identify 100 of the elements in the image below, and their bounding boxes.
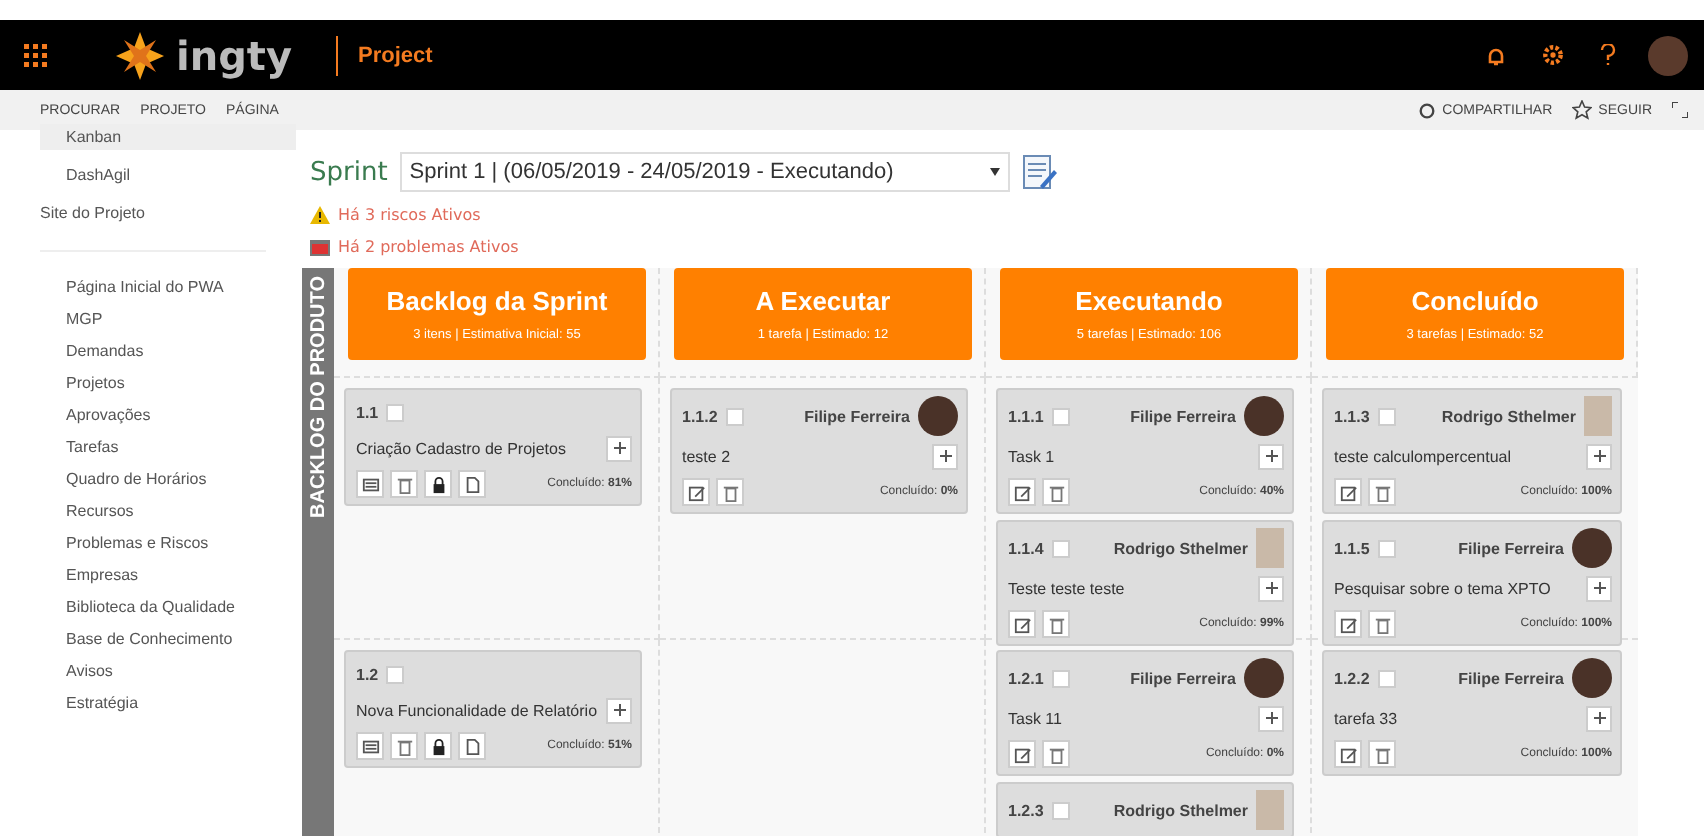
document-icon[interactable]: [458, 732, 486, 760]
list-icon[interactable]: [356, 732, 384, 760]
column-title: A Executar: [755, 286, 891, 316]
nav-link[interactable]: Problemas e Riscos: [40, 528, 266, 560]
add-button[interactable]: [932, 444, 958, 470]
card-title: tarefa 33: [1334, 707, 1398, 731]
card-id: 1.1: [356, 403, 379, 421]
add-button[interactable]: [1258, 706, 1284, 732]
card-id: 1.2: [356, 665, 379, 683]
star-logo-icon: [116, 31, 164, 79]
sprint-label: Sprint: [310, 157, 388, 187]
card-checkbox[interactable]: [1051, 669, 1070, 687]
trash-icon[interactable]: [390, 470, 418, 498]
card-title: teste calculompercentual: [1334, 445, 1511, 469]
card-title: Task 11: [1008, 707, 1062, 731]
nav-link[interactable]: Recursos: [40, 496, 266, 528]
lock-icon[interactable]: [424, 470, 452, 498]
edit-icon[interactable]: [1008, 478, 1036, 506]
card-id: 1.1.5: [1334, 539, 1370, 557]
add-button[interactable]: [1586, 706, 1612, 732]
owner-name: Filipe Ferreira: [1130, 407, 1236, 425]
nav-link[interactable]: Tarefas: [40, 432, 266, 464]
trash-icon[interactable]: [1368, 478, 1396, 506]
plus-icon: [1265, 712, 1277, 724]
app-launcher-icon[interactable]: [24, 43, 48, 67]
card-checkbox[interactable]: [386, 403, 405, 421]
nav-link[interactable]: Biblioteca da Qualidade: [40, 592, 266, 624]
nav-item[interactable]: Kanban: [40, 124, 296, 150]
trash-icon[interactable]: [1368, 740, 1396, 768]
lock-icon[interactable]: [424, 732, 452, 760]
list-icon[interactable]: [356, 470, 384, 498]
nav-link[interactable]: Empresas: [40, 560, 266, 592]
owner-name: Filipe Ferreira: [1458, 669, 1564, 687]
nav-link[interactable]: MGP: [40, 304, 266, 336]
edit-icon[interactable]: [1334, 740, 1362, 768]
owner-name: Filipe Ferreira: [1458, 539, 1564, 557]
nav-link[interactable]: Aprovações: [40, 400, 266, 432]
owner-name: Filipe Ferreira: [804, 407, 910, 425]
edit-icon[interactable]: [1334, 610, 1362, 638]
nav-item[interactable]: Site do Projeto: [40, 200, 270, 226]
plus-icon: [613, 704, 625, 716]
card-checkbox[interactable]: [725, 407, 744, 425]
star-icon[interactable]: [1572, 100, 1593, 120]
sprint-select[interactable]: Sprint 1 | (06/05/2019 - 24/05/2019 - Executando): [399, 152, 1010, 192]
nav-link[interactable]: Projetos: [40, 368, 266, 400]
edit-icon[interactable]: [1008, 610, 1036, 638]
add-button[interactable]: [1258, 576, 1284, 602]
trash-icon[interactable]: [390, 732, 418, 760]
add-button[interactable]: [1586, 576, 1612, 602]
document-icon[interactable]: [458, 470, 486, 498]
trash-icon[interactable]: [1368, 610, 1396, 638]
nav-link[interactable]: Demandas: [40, 336, 266, 368]
bell-icon[interactable]: [1486, 45, 1506, 65]
card-checkbox[interactable]: [1377, 669, 1396, 687]
card-checkbox[interactable]: [1051, 539, 1070, 557]
edit-icon[interactable]: [682, 478, 710, 506]
add-button[interactable]: [606, 698, 632, 724]
card-checkbox[interactable]: [386, 665, 405, 683]
owner-name: Rodrigo Sthelmer: [1113, 801, 1248, 819]
app-title: Project: [336, 35, 433, 75]
card-checkbox[interactable]: [1377, 539, 1396, 557]
edit-icon[interactable]: [1008, 740, 1036, 768]
edit-list-icon[interactable]: [1021, 154, 1058, 190]
trash-icon[interactable]: [716, 478, 744, 506]
share-icon[interactable]: [1418, 101, 1437, 119]
nav-link[interactable]: Estratégia: [40, 688, 266, 720]
nav-link[interactable]: Quadro de Horários: [40, 464, 266, 496]
card-checkbox[interactable]: [1377, 407, 1396, 425]
problem-icon: [310, 239, 330, 255]
card-id: 1.2.3: [1008, 801, 1044, 819]
trash-icon[interactable]: [1042, 610, 1070, 638]
card-checkbox[interactable]: [1051, 801, 1070, 819]
nav-link[interactable]: Página Inicial do PWA: [40, 272, 266, 304]
nav-link[interactable]: Avisos: [40, 656, 266, 688]
owner-name: Filipe Ferreira: [1130, 669, 1236, 687]
card-id: 1.2.2: [1334, 669, 1370, 687]
card-id: 1.1.2: [682, 407, 718, 425]
task-card[interactable]: 1.2.3 Rodrigo Sthelmer: [996, 782, 1294, 836]
add-button[interactable]: [1586, 444, 1612, 470]
trash-icon[interactable]: [1042, 478, 1070, 506]
plus-icon: [1593, 582, 1605, 594]
card-checkbox[interactable]: [1051, 407, 1070, 425]
column-title: Executando: [1075, 286, 1223, 316]
add-button[interactable]: [606, 436, 632, 462]
swimlane-label: BACKLOG DO PRODUTO: [305, 276, 331, 518]
help-icon[interactable]: [1600, 44, 1616, 66]
card-id: 1.1.3: [1334, 407, 1370, 425]
warning-icon: [310, 206, 330, 224]
plus-icon: [1593, 712, 1605, 724]
plus-icon: [939, 450, 951, 462]
card-title: teste 2: [682, 445, 731, 469]
trash-icon[interactable]: [1042, 740, 1070, 768]
nav-item[interactable]: DashAgil: [40, 162, 296, 188]
edit-icon[interactable]: [1334, 478, 1362, 506]
add-button[interactable]: [1258, 444, 1284, 470]
nav-link[interactable]: Base de Conhecimento: [40, 624, 266, 656]
card-id: 1.1.1: [1008, 407, 1044, 425]
dropdown-caret-icon: [989, 168, 1000, 176]
settings-icon[interactable]: [1542, 44, 1564, 66]
focus-icon[interactable]: [1672, 102, 1688, 118]
